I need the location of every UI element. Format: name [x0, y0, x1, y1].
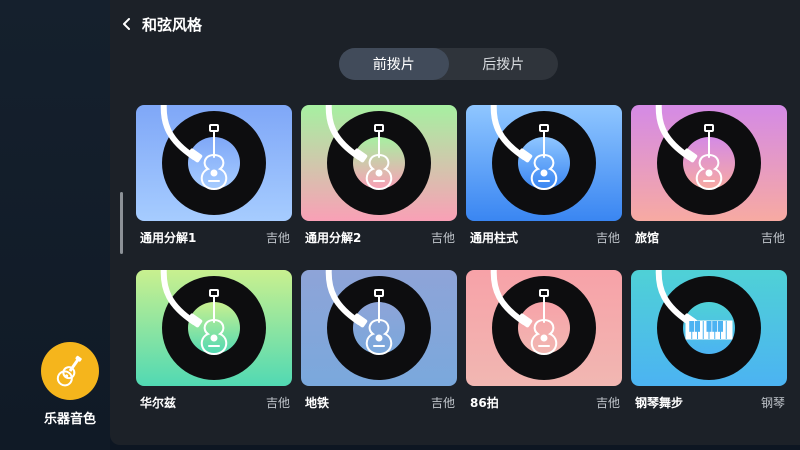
card-name: 地铁 — [305, 395, 330, 410]
card-name: 钢琴舞步 — [635, 395, 684, 410]
record-thumbnail — [631, 105, 787, 221]
scrollbar[interactable] — [120, 192, 123, 254]
style-card[interactable]: 钢琴舞步 钢琴 — [631, 270, 787, 410]
card-instrument-tag: 吉他 — [760, 230, 785, 245]
card-name: 华尔兹 — [140, 395, 177, 410]
pick-position-tabs: 前拨片 后拨片 — [339, 48, 558, 80]
record-thumbnail — [631, 270, 787, 386]
card-name: 旅馆 — [635, 230, 660, 245]
style-card[interactable]: 通用分解2 吉他 — [301, 105, 457, 245]
card-name: 通用分解2 — [305, 230, 362, 245]
card-instrument-tag: 吉他 — [595, 230, 620, 245]
record-thumbnail — [301, 270, 457, 386]
record-thumbnail — [466, 105, 622, 221]
record-thumbnail — [136, 270, 292, 386]
record-thumbnail — [136, 105, 292, 221]
card-instrument-tag: 吉他 — [430, 230, 455, 245]
card-instrument-tag: 吉他 — [265, 395, 290, 410]
record-thumbnail — [301, 105, 457, 221]
record-thumbnail — [466, 270, 622, 386]
instrument-sound-button[interactable]: 乐器音色 — [40, 342, 100, 427]
page-title: 和弦风格 — [142, 15, 203, 34]
style-card[interactable]: 地铁 吉他 — [301, 270, 457, 410]
card-instrument-tag: 吉他 — [595, 395, 620, 410]
chevron-left-icon[interactable] — [118, 13, 136, 35]
tab-back-pick[interactable]: 后拨片 — [449, 48, 559, 80]
card-name: 通用柱式 — [470, 230, 519, 245]
guitar-icon — [56, 355, 82, 387]
card-name: 86拍 — [470, 395, 499, 410]
card-instrument-tag: 钢琴 — [760, 395, 785, 410]
style-card[interactable]: 旅馆 吉他 — [631, 105, 787, 245]
card-instrument-tag: 吉他 — [265, 230, 290, 245]
style-card[interactable]: 华尔兹 吉他 — [136, 270, 292, 410]
style-card[interactable]: 86拍 吉他 — [466, 270, 622, 410]
card-instrument-tag: 吉他 — [430, 395, 455, 410]
card-name: 通用分解1 — [140, 230, 197, 245]
tab-front-pick[interactable]: 前拨片 — [339, 48, 449, 80]
piano-icon — [685, 320, 733, 340]
style-card[interactable]: 通用柱式 吉他 — [466, 105, 622, 245]
header: 和弦风格 — [118, 10, 202, 38]
style-card[interactable]: 通用分解1 吉他 — [136, 105, 292, 245]
instrument-badge — [41, 342, 99, 400]
instrument-label: 乐器音色 — [43, 412, 96, 427]
